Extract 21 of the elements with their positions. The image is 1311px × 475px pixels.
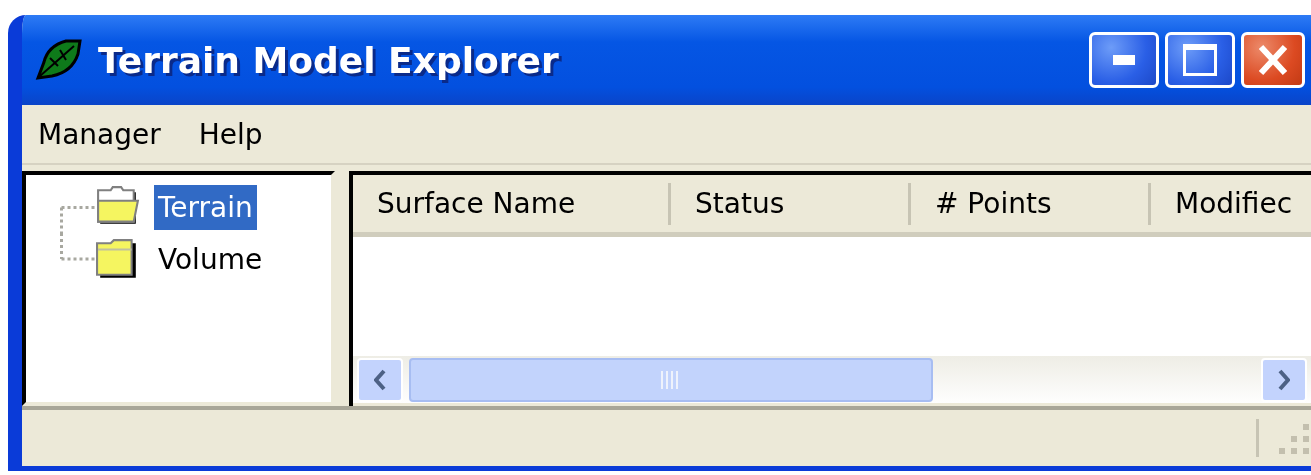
leaf-icon xyxy=(34,38,84,82)
tree-connector-line xyxy=(60,205,96,233)
scroll-left-button[interactable] xyxy=(357,357,403,402)
column-header[interactable]: Modifiec xyxy=(1151,182,1311,225)
maximize-button[interactable] xyxy=(1165,32,1235,88)
minimize-button[interactable] xyxy=(1089,32,1159,88)
scroll-right-button[interactable] xyxy=(1261,357,1307,402)
menu-item[interactable]: Help xyxy=(198,117,263,151)
menu-item[interactable]: Manager xyxy=(38,117,161,151)
scrollbar-thumb[interactable] xyxy=(409,357,933,402)
close-button[interactable] xyxy=(1241,32,1305,88)
column-header[interactable]: # Points xyxy=(911,182,1151,225)
window-title: Terrain Model Explorer xyxy=(98,39,559,81)
column-header[interactable]: Status xyxy=(671,182,911,225)
close-icon xyxy=(1258,44,1288,76)
tree-connector-line xyxy=(60,233,96,261)
minimize-icon xyxy=(1113,55,1135,65)
column-header[interactable]: Surface Name xyxy=(353,182,671,225)
tree-item[interactable]: Terrain xyxy=(154,184,257,230)
tree-item[interactable]: Volume xyxy=(154,236,267,282)
maximize-icon xyxy=(1183,44,1217,76)
